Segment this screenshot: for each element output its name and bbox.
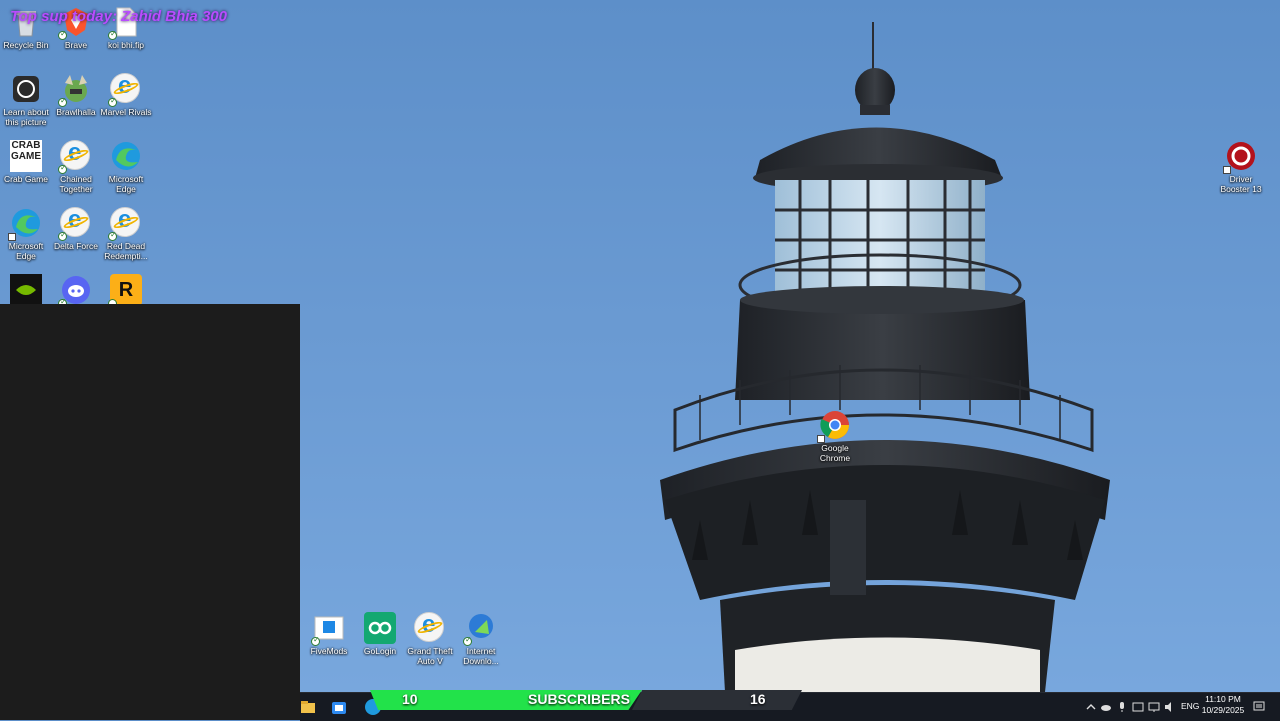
chrome-icon xyxy=(817,409,851,443)
brawlhalla-icon xyxy=(58,73,92,107)
desktop-icon-label: Google Chrome xyxy=(819,443,851,463)
sync-check-icon xyxy=(108,29,117,40)
subscriber-bar-track xyxy=(632,690,802,710)
desktop-icon-label: Driver Booster 13 xyxy=(1220,174,1262,194)
desktop-icon-label: koi bhi.fip xyxy=(108,40,144,50)
camera-icon xyxy=(10,73,42,105)
shortcut-arrow-icon xyxy=(1223,166,1231,174)
crab-game-art-text: CRAB GAME xyxy=(11,140,41,162)
sync-check-icon xyxy=(311,635,320,646)
idm-shortcut[interactable]: Internet Downlo... xyxy=(455,612,507,666)
subscriber-goal-count: 16 xyxy=(750,691,766,707)
desktop-icon-label: Crab Game xyxy=(4,174,48,184)
black-overlay-panel xyxy=(0,304,300,720)
sync-check-icon xyxy=(108,230,117,241)
delta-force-shortcut[interactable]: Delta Force xyxy=(50,207,102,251)
fivemods-icon xyxy=(311,612,345,646)
taskbar-clock[interactable]: 11:10 PM 10/29/2025 xyxy=(1200,694,1246,716)
desktop-icon-label: Marvel Rivals xyxy=(100,107,152,117)
sync-check-icon xyxy=(58,163,67,174)
rockstar-shortcut[interactable]: R xyxy=(100,274,152,329)
internet-explorer-icon xyxy=(414,612,446,644)
shortcut-arrow-icon xyxy=(817,435,825,443)
subscriber-label: SUBSCRIBERS xyxy=(528,691,630,707)
sync-check-icon xyxy=(108,96,117,107)
rockstar-icon: R xyxy=(108,274,142,329)
desktop-icon-label: FiveMods xyxy=(310,646,348,656)
desktop-icon-label: Recycle Bin xyxy=(3,40,49,50)
microsoft-edge-shortcut-1[interactable]: Microsoft Edge xyxy=(100,140,152,194)
desktop-icon-label: Learn about this picture xyxy=(3,107,49,127)
discord-shortcut[interactable] xyxy=(50,274,102,308)
file-explorer-icon[interactable] xyxy=(300,698,318,716)
driver-booster-shortcut[interactable]: Driver Booster 13 xyxy=(1215,140,1267,194)
brawlhalla-shortcut[interactable]: Brawlhalla xyxy=(50,73,102,117)
top-sup-overlay: Top sup today: Zahid Bhia 300 xyxy=(10,8,227,25)
fivemods-shortcut[interactable]: FiveMods xyxy=(303,612,355,656)
nvidia-shortcut[interactable] xyxy=(0,274,52,308)
rockstar-art-text: R xyxy=(118,279,134,301)
internet-explorer-icon xyxy=(58,207,92,241)
clock-date: 10/29/2025 xyxy=(1201,705,1245,715)
subscriber-progress-bar: 10 SUBSCRIBERS 16 xyxy=(370,690,802,710)
desktop-icon-label: Brawlhalla xyxy=(56,107,96,117)
internet-explorer-icon xyxy=(58,140,92,174)
idm-icon xyxy=(463,612,497,646)
microsoft-edge-shortcut-2[interactable]: Microsoft Edge xyxy=(0,207,52,261)
desktop-icon-label: Microsoft Edge xyxy=(108,174,144,194)
red-dead-shortcut[interactable]: Red Dead Redempti... xyxy=(100,207,152,261)
desktop-icon-label: Red Dead Redempti... xyxy=(104,241,148,261)
microphone-icon[interactable] xyxy=(1116,700,1128,712)
store-icon[interactable] xyxy=(330,698,348,716)
gologin-shortcut[interactable]: GoLogin xyxy=(354,612,406,656)
clock-time: 11:10 PM xyxy=(1205,694,1241,704)
onedrive-icon[interactable] xyxy=(1100,700,1112,712)
driver-booster-icon xyxy=(1223,140,1257,174)
internet-explorer-icon xyxy=(108,73,142,107)
google-chrome-shortcut[interactable]: Google Chrome xyxy=(809,409,861,463)
edge-icon xyxy=(110,140,142,172)
sync-check-icon xyxy=(58,230,67,241)
edge-icon xyxy=(8,207,42,241)
marvel-rivals-shortcut[interactable]: Marvel Rivals xyxy=(100,73,152,117)
sync-check-icon xyxy=(58,29,67,40)
security-icon[interactable] xyxy=(1132,700,1144,712)
desktop-icon-label: Brave xyxy=(64,40,88,50)
shortcut-arrow-icon xyxy=(8,233,16,241)
crab-game-icon: CRAB GAME xyxy=(10,140,42,172)
network-icon[interactable] xyxy=(1148,700,1160,712)
desktop-icon-label: Internet Downlo... xyxy=(463,646,499,666)
subscriber-current-count: 10 xyxy=(402,691,418,707)
desktop-icon-label: Grand Theft Auto V xyxy=(407,646,453,666)
gologin-icon xyxy=(364,612,396,644)
sync-check-icon xyxy=(463,635,472,646)
volume-icon[interactable] xyxy=(1164,700,1176,712)
notification-icon[interactable] xyxy=(1253,700,1265,712)
chained-together-shortcut[interactable]: Chained Together xyxy=(50,140,102,194)
desktop-icon-label: GoLogin xyxy=(363,646,397,656)
language-indicator[interactable]: ENG xyxy=(1181,701,1199,711)
chevron-up-icon[interactable] xyxy=(1085,700,1097,712)
crab-game-shortcut[interactable]: CRAB GAME Crab Game xyxy=(0,140,52,184)
internet-explorer-icon xyxy=(108,207,142,241)
learn-about-picture-shortcut[interactable]: Learn about this picture xyxy=(0,73,52,127)
gta-v-shortcut[interactable]: Grand Theft Auto V xyxy=(404,612,456,666)
nvidia-icon xyxy=(10,274,42,306)
desktop-icon-label: Chained Together xyxy=(59,174,93,194)
desktop-icon-label: Microsoft Edge xyxy=(8,241,44,261)
sync-check-icon xyxy=(58,96,67,107)
discord-icon xyxy=(58,274,92,308)
desktop-icon-label: Delta Force xyxy=(54,241,98,251)
